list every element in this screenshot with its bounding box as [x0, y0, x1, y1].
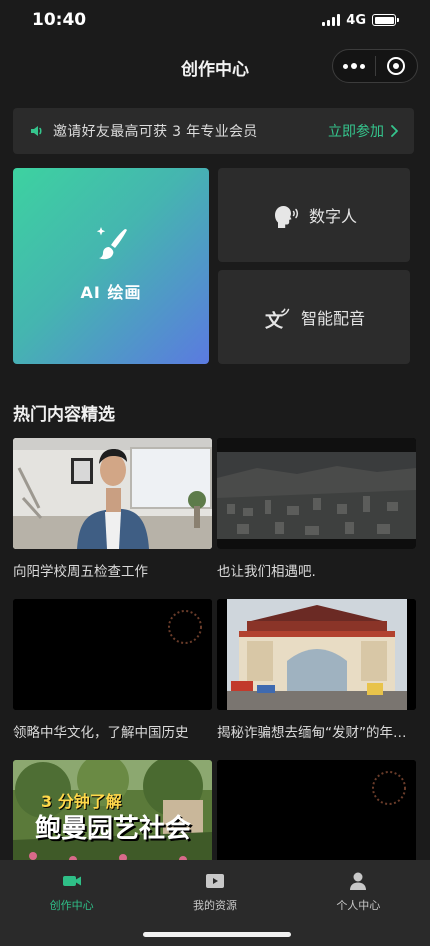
tab-personal-center[interactable]: 个人中心: [287, 860, 430, 946]
video-thumbnail[interactable]: [13, 599, 212, 710]
feed-item[interactable]: 3 分钟了解 鲍曼园艺社会: [13, 760, 212, 871]
feed-caption: 向阳学校周五检查工作: [13, 564, 148, 580]
video-thumbnail[interactable]: [217, 599, 416, 710]
smart-dubbing-label: 智能配音: [300, 309, 365, 328]
feed-item[interactable]: 领略中华文化，了解中国历史: [13, 599, 212, 741]
section-title: 热门内容精选: [13, 405, 115, 425]
tab-label: 我的资源: [192, 899, 237, 912]
tab-label: 创作中心: [49, 899, 94, 912]
battery-icon: [372, 14, 399, 26]
more-dots-icon: [342, 63, 365, 69]
feed-caption: 也让我们相遇吧.: [217, 564, 316, 580]
video-thumbnail[interactable]: [217, 760, 416, 871]
video-thumbnail[interactable]: [13, 438, 212, 549]
speaking-head-icon: [274, 206, 299, 228]
tab-label: 个人中心: [336, 899, 381, 912]
user-icon: [350, 872, 367, 890]
video-thumbnail[interactable]: 3 分钟了解 鲍曼园艺社会: [13, 760, 212, 871]
video-overlay-title: 鲍曼园艺社会: [35, 814, 192, 844]
signal-icon: [322, 14, 341, 26]
speaker-icon: [29, 123, 45, 139]
ai-paint-label: AI 绘画: [80, 283, 142, 302]
video-thumbnail[interactable]: [217, 438, 416, 549]
mini-program-capsule: [332, 49, 418, 83]
feed-item[interactable]: 也让我们相遇吧.: [217, 438, 416, 580]
digital-human-label: 数字人: [308, 207, 357, 226]
feed-caption: 领略中华文化，了解中国历史: [13, 725, 189, 741]
feed-item[interactable]: 向阳学校周五检查工作: [13, 438, 212, 580]
more-button[interactable]: [333, 50, 375, 82]
digital-human-card[interactable]: 数字人: [218, 168, 410, 262]
target-circle-icon: [387, 57, 406, 75]
ai-paint-card[interactable]: AI 绘画: [13, 168, 209, 364]
invite-banner[interactable]: 邀请好友最高可获 3 年专业会员 立即参加: [13, 108, 414, 154]
feed-item[interactable]: [217, 760, 416, 871]
network-type: 4G: [346, 12, 366, 28]
nav-bar: 创作中心: [0, 44, 430, 90]
video-camera-icon: [62, 876, 81, 886]
close-miniapp-button[interactable]: [376, 50, 418, 82]
status-indicators: 4G: [322, 12, 399, 28]
paintbrush-icon: [96, 227, 127, 260]
tab-creation-center[interactable]: 创作中心: [0, 860, 143, 946]
play-folder-icon: [205, 874, 224, 888]
feed-item[interactable]: 揭秘诈骗想去缅甸“发财”的年轻人: [217, 599, 416, 741]
status-time: 10:40: [32, 10, 87, 30]
join-now-label: 立即参加: [328, 124, 384, 140]
text-voice-icon: 文: [265, 308, 290, 331]
page-title: 创作中心: [181, 59, 249, 80]
invite-text: 邀请好友最高可获 3 年专业会员: [53, 124, 258, 140]
chevron-right-icon: [391, 125, 398, 137]
svg-text:文: 文: [265, 310, 284, 331]
home-indicator: [143, 932, 291, 937]
join-now-link[interactable]: 立即参加: [328, 121, 398, 141]
smart-dubbing-card[interactable]: 文 智能配音: [218, 270, 410, 364]
status-bar: 10:40 4G: [0, 0, 430, 40]
feed-caption: 揭秘诈骗想去缅甸“发财”的年轻人: [217, 725, 416, 741]
